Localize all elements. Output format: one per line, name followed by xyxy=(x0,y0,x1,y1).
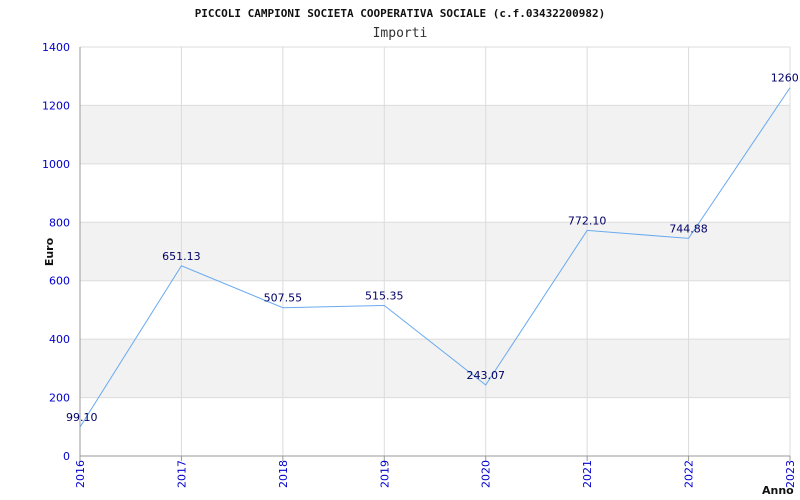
data-label: 772.10 xyxy=(568,214,607,227)
chart-subtitle: Importi xyxy=(373,26,428,41)
y-tick-label: 600 xyxy=(49,275,70,288)
y-tick-label: 1400 xyxy=(42,41,70,54)
y-tick-label: 1000 xyxy=(42,158,70,171)
y-tick-label: 200 xyxy=(49,392,70,405)
chart-title: PICCOLI CAMPIONI SOCIETA COOPERATIVA SOC… xyxy=(195,7,606,20)
y-tick-label: 400 xyxy=(49,333,70,346)
x-tick-label: 2022 xyxy=(683,460,696,488)
y-tick-label: 800 xyxy=(49,216,70,229)
x-tick-label: 2019 xyxy=(378,460,391,488)
data-label: 243.07 xyxy=(466,369,505,382)
x-tick-label: 2016 xyxy=(74,460,87,488)
y-axis-label: Euro xyxy=(43,237,56,266)
chart: 99.10 651.13 507.55 515.35 243.07 772.10 744.8… xyxy=(42,7,800,497)
x-tick-label: 2020 xyxy=(480,460,493,488)
x-tick-label: 2017 xyxy=(175,460,188,488)
data-label: 515.35 xyxy=(365,289,404,302)
data-label: 744.88 xyxy=(669,222,708,235)
x-tick-label: 2018 xyxy=(277,460,290,488)
grid-band xyxy=(80,339,790,398)
x-tick-label: 2021 xyxy=(581,460,594,488)
data-label: 507.55 xyxy=(264,292,303,305)
grid-band xyxy=(80,105,790,164)
data-label: 99.10 xyxy=(66,411,98,424)
y-tick-label: 0 xyxy=(63,450,70,463)
y-tick-label: 1200 xyxy=(42,99,70,112)
x-axis-label: Anno xyxy=(762,484,794,497)
data-label: 651.13 xyxy=(162,250,201,263)
data-label: 1260.6 xyxy=(771,72,800,85)
